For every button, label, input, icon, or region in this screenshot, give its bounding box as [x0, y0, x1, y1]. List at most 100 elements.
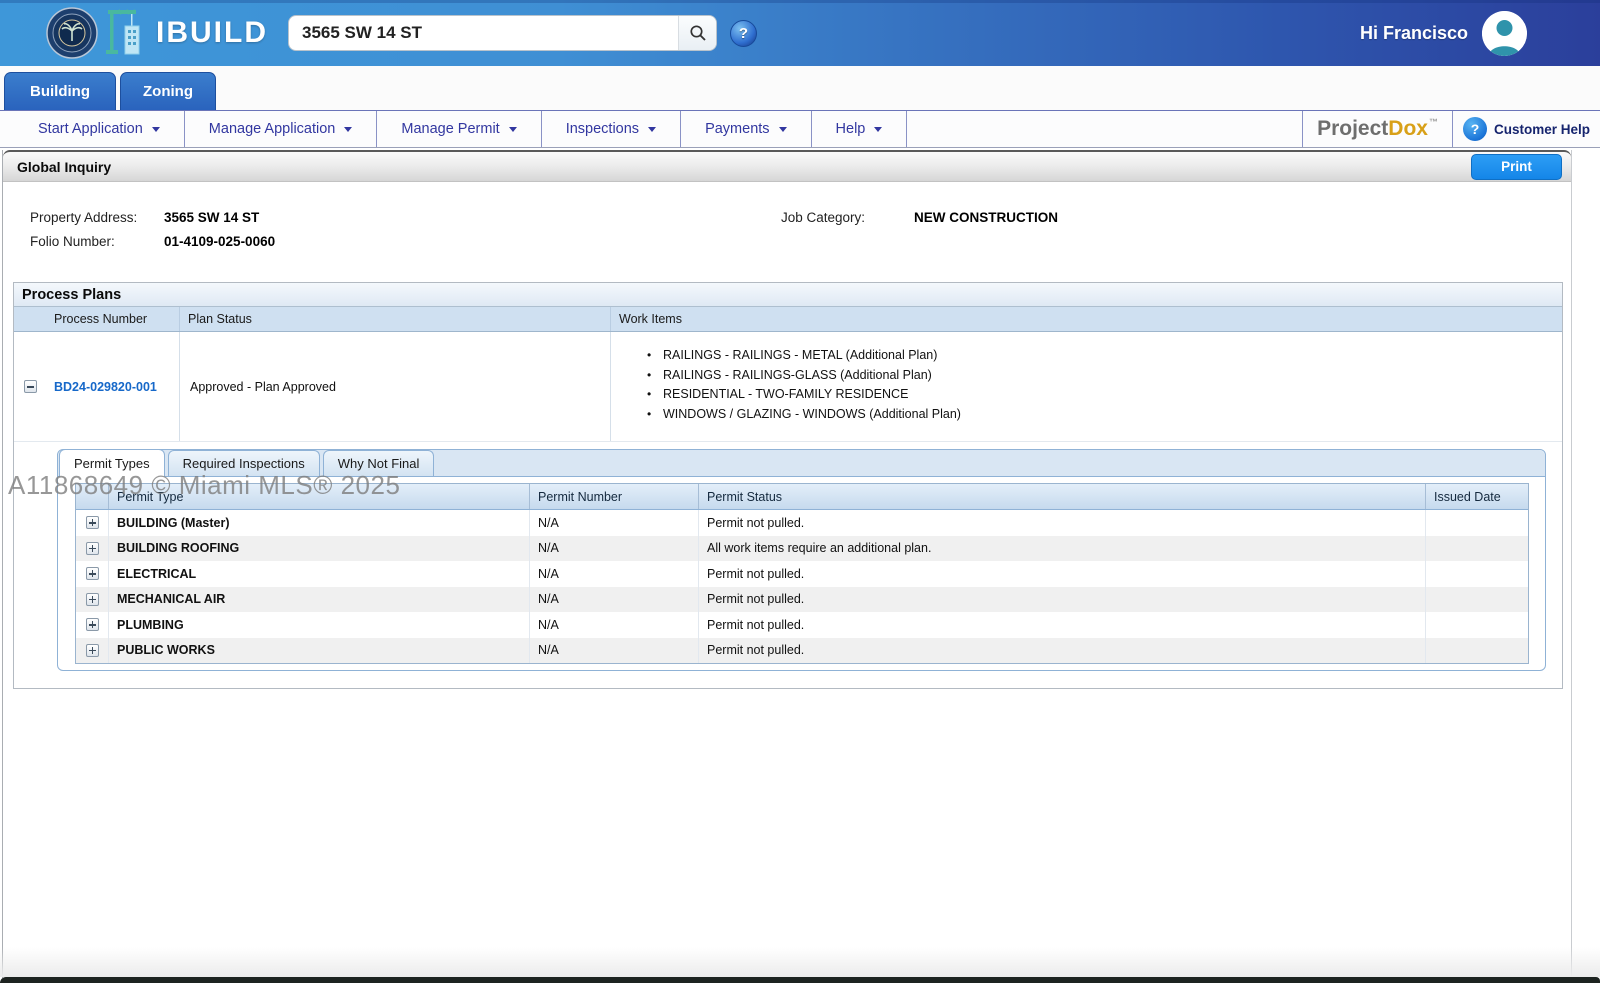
tab-why-not-final[interactable]: Why Not Final: [323, 450, 435, 476]
permit-type-cell: MECHANICAL AIR: [108, 587, 529, 613]
job-category-value: NEW CONSTRUCTION: [914, 210, 1058, 225]
expand-button[interactable]: [86, 644, 99, 657]
expand-button[interactable]: [86, 516, 99, 529]
search-input[interactable]: [289, 16, 678, 50]
permit-detail-panel: Permit Types Required Inspections Why No…: [57, 449, 1546, 671]
chevron-down-icon: [344, 127, 352, 132]
module-tabs: Building Zoning: [0, 66, 1600, 110]
projectdox-link[interactable]: ProjectDox™: [1302, 111, 1453, 147]
user-area: Hi Francisco: [1360, 11, 1527, 56]
menu-start-application[interactable]: Start Application: [0, 111, 185, 147]
globe-help-icon[interactable]: ?: [730, 20, 757, 47]
print-button[interactable]: Print: [1471, 154, 1562, 180]
window-bottom-edge: [0, 977, 1600, 983]
menu-inspections[interactable]: Inspections: [542, 111, 681, 147]
expand-button[interactable]: [86, 593, 99, 606]
chevron-down-icon: [648, 127, 656, 132]
menu-payments[interactable]: Payments: [681, 111, 811, 147]
search-button[interactable]: [678, 16, 716, 50]
tab-required-inspections[interactable]: Required Inspections: [168, 450, 320, 476]
expander-column-header: [14, 307, 46, 331]
menu-label: Inspections: [566, 121, 639, 137]
issued-date-cell: [1425, 612, 1528, 638]
permit-number-column-header: Permit Number: [529, 484, 698, 509]
avatar[interactable]: [1482, 11, 1527, 56]
work-items-list: RAILINGS - RAILINGS - METAL (Additional …: [647, 346, 1562, 424]
plan-status-column-header: Plan Status: [179, 307, 610, 331]
chevron-down-icon: [509, 127, 517, 132]
issued-date-cell: [1425, 536, 1528, 562]
issued-date-cell: [1425, 587, 1528, 613]
tab-building[interactable]: Building: [4, 72, 116, 110]
tab-zoning[interactable]: Zoning: [120, 72, 216, 110]
table-row: PUBLIC WORKS N/A Permit not pulled.: [76, 638, 1528, 664]
process-plans-section: Process Plans Process Number Plan Status…: [13, 282, 1563, 689]
expand-button[interactable]: [86, 567, 99, 580]
property-address-label: Property Address:: [30, 210, 164, 225]
permit-type-cell: BUILDING ROOFING: [108, 536, 529, 562]
expand-button[interactable]: [86, 618, 99, 631]
brand-logo-text: IBUILD: [156, 16, 268, 50]
permit-status-cell: All work items require an additional pla…: [698, 536, 1425, 562]
permit-status-cell: Permit not pulled.: [698, 561, 1425, 587]
property-address-value: 3565 SW 14 ST: [164, 210, 259, 225]
table-row: MECHANICAL AIR N/A Permit not pulled.: [76, 587, 1528, 613]
menu-label: Help: [836, 121, 866, 137]
city-of-miami-seal-icon: [46, 7, 98, 59]
projectdox-logo-text: Project: [1317, 117, 1388, 141]
permit-status-cell: Permit not pulled.: [698, 638, 1425, 664]
permit-status-cell: Permit not pulled.: [698, 612, 1425, 638]
process-number-column-header: Process Number: [46, 307, 179, 331]
detail-tab-strip: Permit Types Required Inspections Why No…: [58, 450, 1545, 477]
address-search: [288, 15, 717, 51]
issued-date-column-header: Issued Date: [1425, 484, 1528, 509]
job-category-label: Job Category:: [781, 210, 914, 225]
menu-manage-application[interactable]: Manage Application: [185, 111, 378, 147]
permit-type-cell: PLUMBING: [108, 612, 529, 638]
search-icon: [689, 24, 707, 42]
menu-help[interactable]: Help: [812, 111, 908, 147]
issued-date-cell: [1425, 638, 1528, 664]
issued-date-cell: [1425, 561, 1528, 587]
issued-date-cell: [1425, 510, 1528, 536]
customer-help-label: Customer Help: [1494, 122, 1590, 137]
permit-status-cell: Permit not pulled.: [698, 510, 1425, 536]
permit-number-cell: N/A: [529, 638, 698, 664]
page-header-bar: Global Inquiry Print: [3, 150, 1571, 182]
permit-type-column-header: Permit Type: [108, 484, 529, 509]
permit-status-cell: Permit not pulled.: [698, 587, 1425, 613]
person-icon: [1482, 11, 1527, 56]
table-row: BUILDING ROOFING N/A All work items requ…: [76, 536, 1528, 562]
user-greeting: Hi Francisco: [1360, 23, 1468, 44]
plan-status-value: Approved - Plan Approved: [179, 332, 610, 441]
menu-manage-permit[interactable]: Manage Permit: [377, 111, 541, 147]
folio-number-value: 01-4109-025-0060: [164, 234, 275, 249]
permit-type-cell: ELECTRICAL: [108, 561, 529, 587]
process-number-link[interactable]: BD24-029820-001: [54, 380, 157, 394]
chevron-down-icon: [779, 127, 787, 132]
chevron-down-icon: [874, 127, 882, 132]
work-item: RESIDENTIAL - TWO-FAMILY RESIDENCE: [647, 385, 1562, 405]
menu-label: Manage Application: [209, 121, 336, 137]
property-info: Property Address: 3565 SW 14 ST Folio Nu…: [30, 205, 1571, 253]
process-plans-title: Process Plans: [14, 283, 1562, 307]
tab-permit-types[interactable]: Permit Types: [59, 449, 165, 477]
page-frame: Global Inquiry Print Property Address: 3…: [2, 150, 1572, 978]
permit-number-cell: N/A: [529, 510, 698, 536]
expand-button[interactable]: [86, 542, 99, 555]
permit-type-cell: BUILDING (Master): [108, 510, 529, 536]
collapse-button[interactable]: [24, 380, 37, 393]
chevron-down-icon: [152, 127, 160, 132]
permit-number-cell: N/A: [529, 536, 698, 562]
menu-label: Payments: [705, 121, 769, 137]
trademark-mark: ™: [1429, 111, 1438, 127]
permit-number-cell: N/A: [529, 561, 698, 587]
customer-help-link[interactable]: ? Customer Help: [1453, 111, 1600, 147]
table-row: BUILDING (Master) N/A Permit not pulled.: [76, 510, 1528, 536]
permit-type-cell: PUBLIC WORKS: [108, 638, 529, 664]
process-plan-row: BD24-029820-001 Approved - Plan Approved…: [14, 332, 1562, 442]
app-header: IBUILD ? Hi Francisco: [0, 0, 1600, 66]
work-items-column-header: Work Items: [610, 307, 1562, 331]
permit-table-header-row: Permit Type Permit Number Permit Status …: [76, 484, 1528, 510]
table-row: PLUMBING N/A Permit not pulled.: [76, 612, 1528, 638]
